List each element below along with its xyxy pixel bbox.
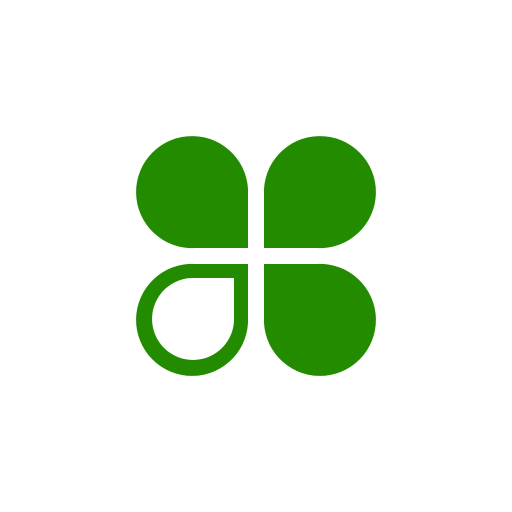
leaf-bottom-right (263, 263, 376, 376)
leaf-top-right (263, 136, 376, 249)
leaf-bottom-left-outline (136, 263, 249, 376)
four-leaf-clover-icon (136, 136, 376, 376)
app-icon-canvas (0, 0, 512, 512)
leaf-top-left (136, 136, 249, 249)
